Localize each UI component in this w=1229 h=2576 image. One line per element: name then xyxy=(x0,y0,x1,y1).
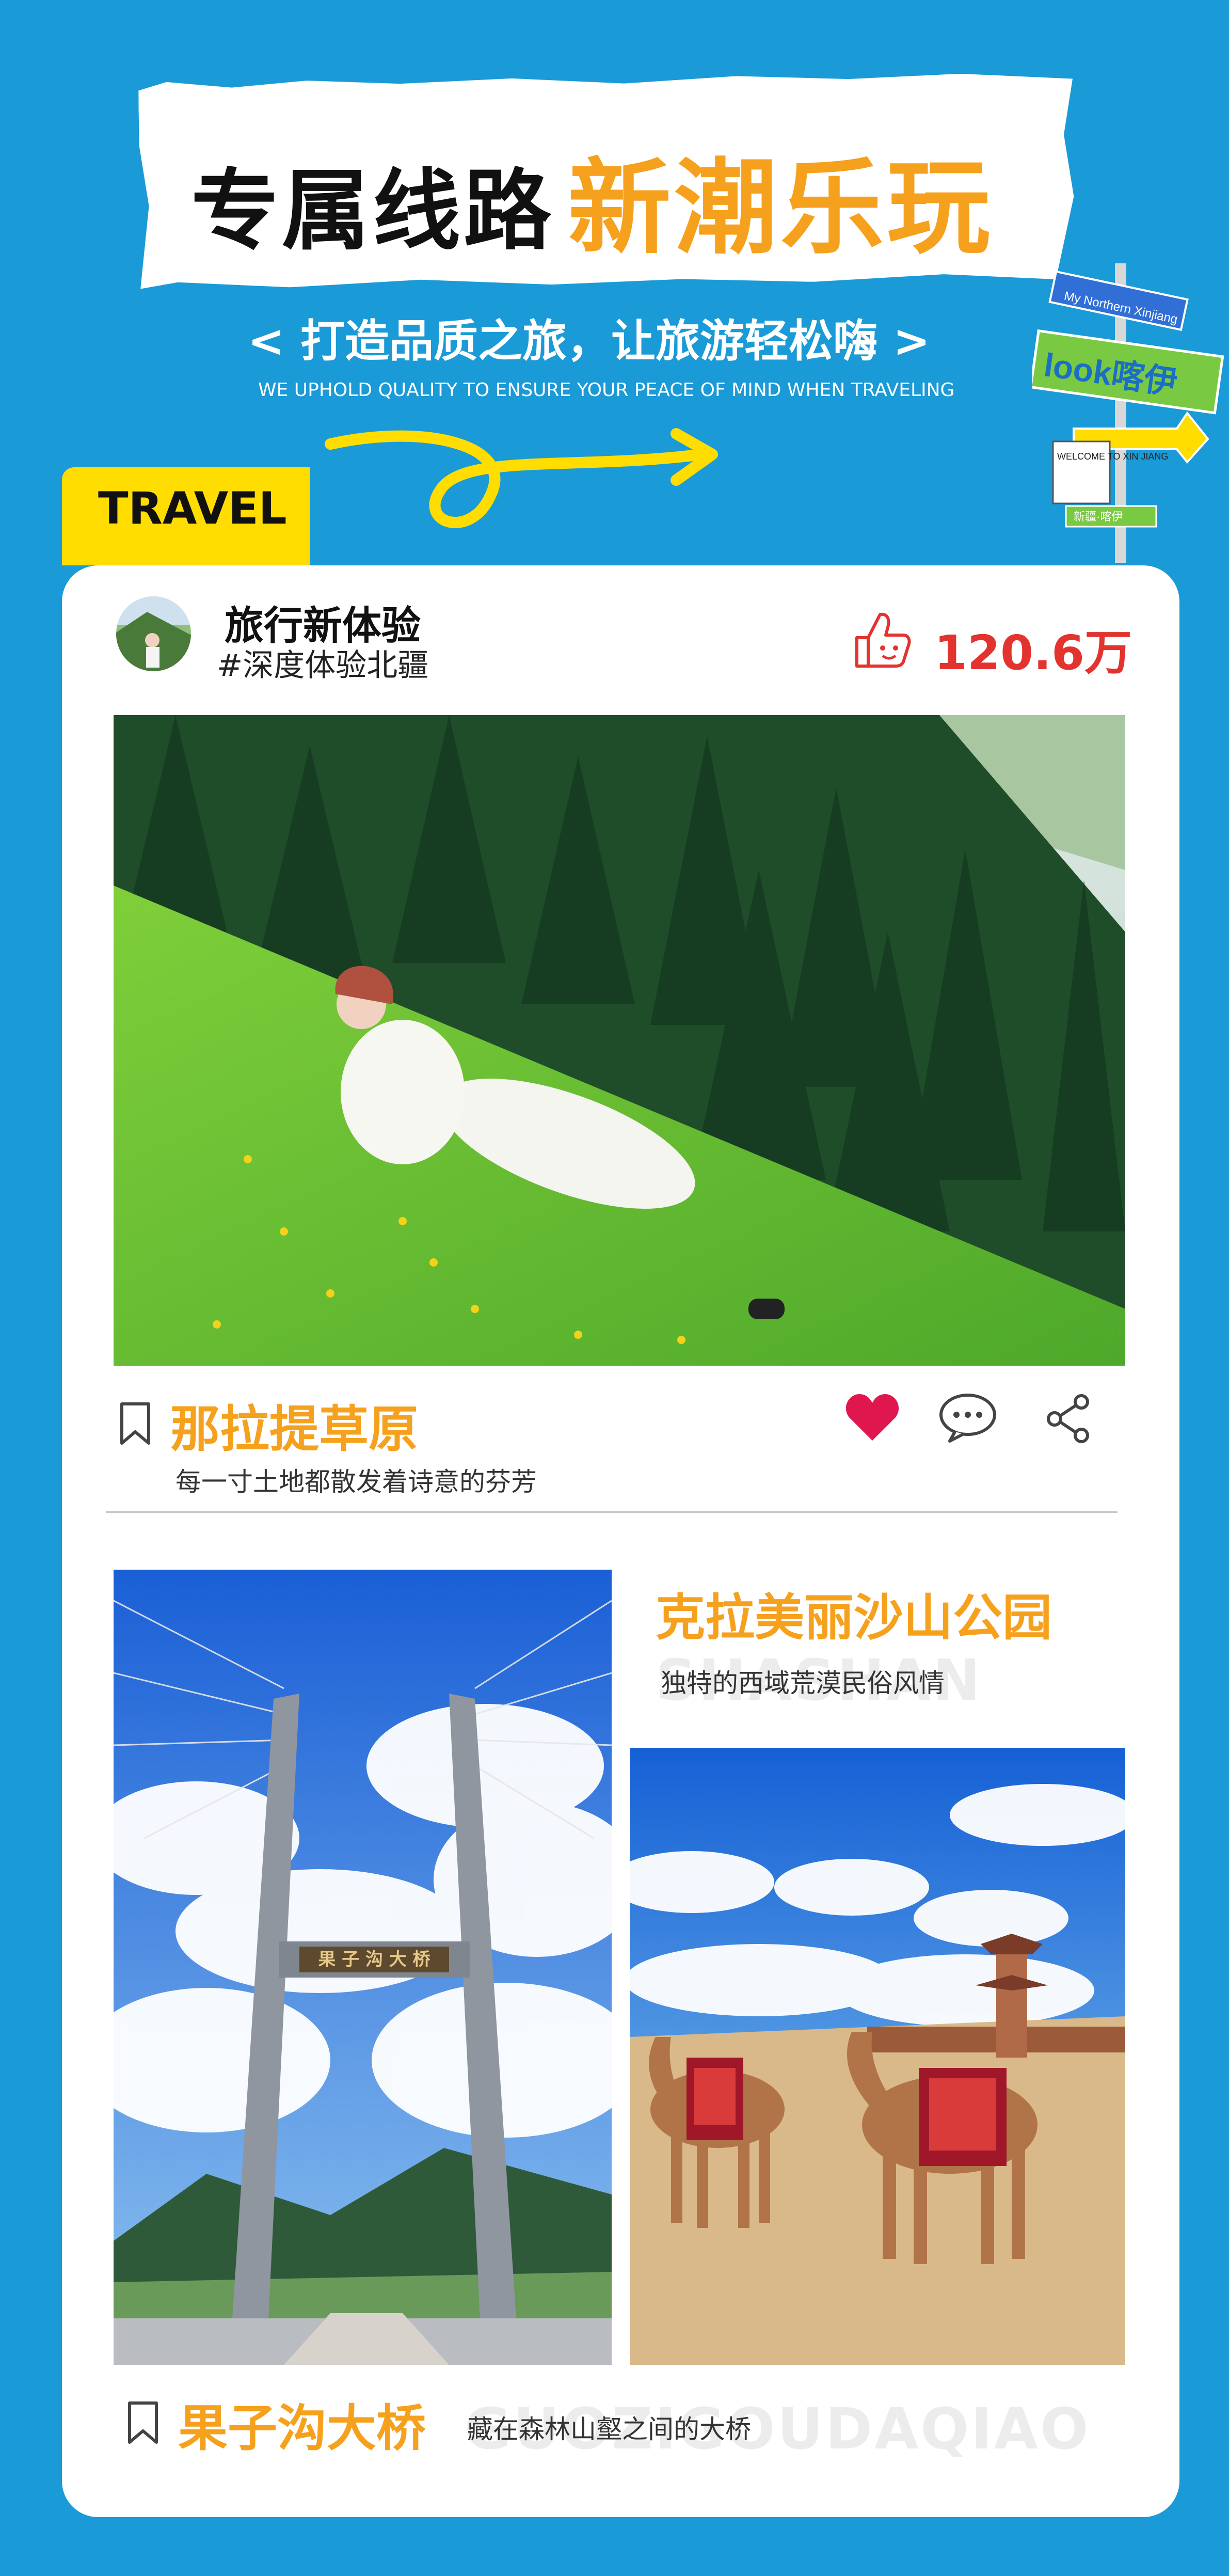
spot-title-nalati: 那拉提草原 xyxy=(170,1400,418,1458)
share-icon[interactable] xyxy=(1045,1394,1092,1443)
bridge-sign-text: 果 子 沟 大 桥 xyxy=(318,1949,430,1970)
divider xyxy=(106,1511,1118,1513)
desert-camel-photo xyxy=(630,1748,1125,2365)
comment-icon[interactable] xyxy=(937,1392,999,1443)
signpost-icon: My Northern Xinjiang look喀伊 WELCOME TO X… xyxy=(1032,263,1224,563)
sign-board-4: 新疆·喀伊 xyxy=(1074,510,1123,523)
thumbs-up-icon[interactable] xyxy=(852,609,914,671)
title-orange: 新潮乐玩 xyxy=(568,148,994,268)
spot-desc-nalati: 每一寸土地都散发着诗意的芬芳 xyxy=(175,1467,537,1497)
spot-title-guozigou: 果子沟大桥 xyxy=(178,2399,426,2457)
travel-tab-label: TRAVEL xyxy=(98,483,287,534)
curved-arrow-icon xyxy=(325,428,718,528)
title-black: 专属线路 xyxy=(191,160,555,262)
bookmark-icon[interactable] xyxy=(119,1402,152,1445)
spot-desc-guozigou: 藏在森林山壑之间的大桥 xyxy=(467,2414,751,2444)
spot-desc-kelameili: 独特的西域荒漠民俗风情 xyxy=(661,1668,945,1698)
avatar[interactable] xyxy=(116,596,191,671)
sign-board-3: WELCOME TO XIN JIANG xyxy=(1057,451,1168,462)
bridge-photo: 果 子 沟 大 桥 xyxy=(114,1570,612,2365)
slogan-english: WE UPHOLD QUALITY TO ENSURE YOUR PEACE O… xyxy=(258,380,955,401)
user-hashtag[interactable]: #深度体验北疆 xyxy=(217,640,428,685)
like-count: 120.6万 xyxy=(934,625,1132,681)
bookmark-icon[interactable] xyxy=(126,2401,159,2444)
heart-icon[interactable] xyxy=(844,1392,901,1443)
slogan: < 打造品质之旅，让旅游轻松嗨 > xyxy=(248,315,930,367)
grassland-photo xyxy=(114,715,1125,1366)
spot-title-kelameili: 克拉美丽沙山公园 xyxy=(656,1589,1052,1647)
